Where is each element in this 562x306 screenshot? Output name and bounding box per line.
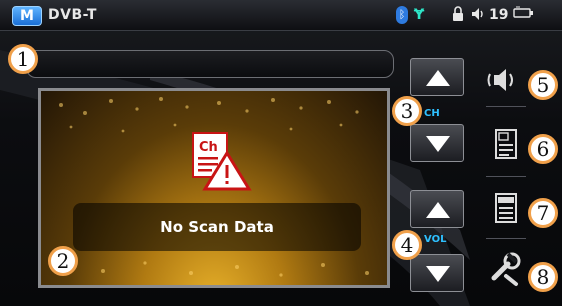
callout-2: 2 xyxy=(48,246,78,276)
volume-level: 19 xyxy=(489,7,509,23)
video-display[interactable]: Ch No Scan Data xyxy=(38,88,390,288)
channel-up-button[interactable] xyxy=(410,58,464,96)
volume-icon xyxy=(470,6,486,24)
arrow-up-icon xyxy=(426,202,450,218)
arrow-down-icon xyxy=(426,266,450,282)
arrow-up-icon xyxy=(426,70,450,86)
vol-label: VOL xyxy=(424,234,447,245)
lock-icon xyxy=(452,6,464,24)
arrow-down-icon xyxy=(426,136,450,152)
ch-label: CH xyxy=(424,108,440,119)
callout-4: 4 xyxy=(392,230,422,260)
no-scan-message: No Scan Data xyxy=(160,218,274,236)
settings-button[interactable] xyxy=(486,250,526,290)
divider xyxy=(486,106,526,107)
divider xyxy=(486,238,526,239)
callout-8: 8 xyxy=(528,262,558,292)
app-title: DVB-T xyxy=(48,7,97,23)
callout-3: 3 xyxy=(392,96,422,126)
app-logo: M xyxy=(12,6,42,26)
channel-list-icon xyxy=(495,129,517,159)
battery-icon xyxy=(513,6,537,24)
callout-5: 5 xyxy=(528,70,558,100)
volume-up-button[interactable] xyxy=(410,190,464,228)
callout-7: 7 xyxy=(528,198,558,228)
status-bar: M DVB-T ᛒ Ɏ 19 xyxy=(0,0,562,31)
channel-warning-icon: Ch xyxy=(192,132,252,191)
callout-1: 1 xyxy=(8,44,38,74)
channel-down-button[interactable] xyxy=(410,124,464,162)
callout-6: 6 xyxy=(528,134,558,164)
teletext-icon xyxy=(495,193,517,223)
speaker-icon xyxy=(487,69,513,91)
dvbt-device: M DVB-T ᛒ Ɏ 19 Ch No Scan Data CH VOL 1 … xyxy=(0,0,562,306)
channel-info-bar[interactable] xyxy=(26,50,394,78)
volume-down-button[interactable] xyxy=(410,254,464,292)
antenna-icon: Ɏ xyxy=(414,7,425,23)
bluetooth-icon: ᛒ xyxy=(396,6,408,24)
teletext-button[interactable] xyxy=(486,188,526,228)
svg-text:Ch: Ch xyxy=(199,140,218,155)
channel-list-button[interactable] xyxy=(486,124,526,164)
message-panel: No Scan Data xyxy=(73,203,361,251)
settings-wrench-icon xyxy=(491,252,521,286)
speaker-button[interactable] xyxy=(486,60,526,100)
divider xyxy=(486,176,526,177)
